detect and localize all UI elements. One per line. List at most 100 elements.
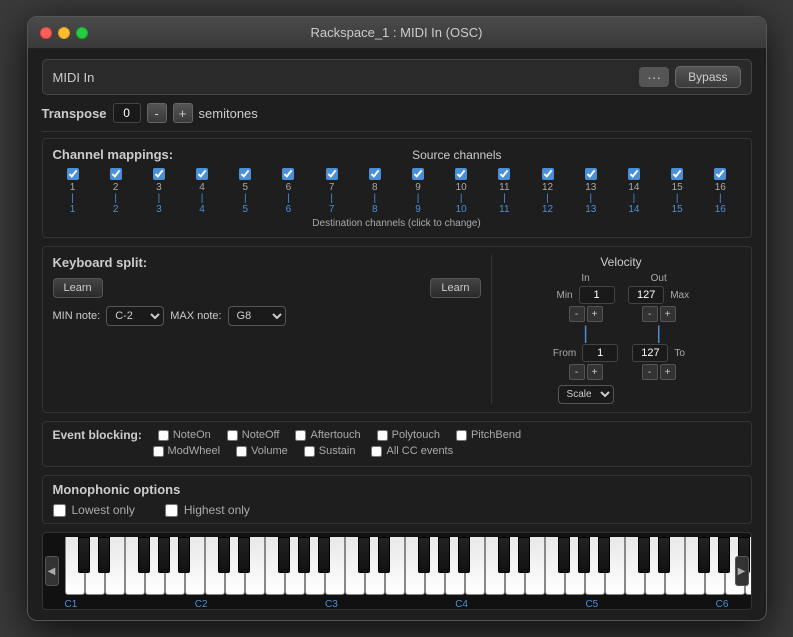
black-key-4-1[interactable] — [658, 537, 670, 573]
ch-check-11[interactable] — [498, 168, 510, 180]
ch-check-1[interactable] — [67, 168, 79, 180]
mono-lowest[interactable]: Lowest only — [53, 503, 135, 517]
black-key-0-4[interactable] — [158, 537, 170, 573]
ch-check-4[interactable] — [196, 168, 208, 180]
ch-dest-16[interactable]: 16 — [715, 204, 726, 215]
black-key-2-1[interactable] — [378, 537, 390, 573]
black-key-4-4[interactable] — [718, 537, 730, 573]
vel-to-minus[interactable]: - — [642, 364, 658, 380]
eb-aftertouch[interactable]: Aftertouch — [295, 429, 360, 441]
vel-min-plus[interactable]: + — [587, 306, 603, 322]
black-key-4-3[interactable] — [698, 537, 710, 573]
black-key-0-5[interactable] — [178, 537, 190, 573]
vel-max-input[interactable] — [628, 286, 664, 304]
transpose-value[interactable] — [113, 103, 141, 123]
ch-dest-8[interactable]: 8 — [372, 204, 378, 215]
minimize-button[interactable] — [58, 27, 70, 39]
ch-check-2[interactable] — [110, 168, 122, 180]
ch-dest-10[interactable]: 10 — [456, 204, 467, 215]
eb-volume-check[interactable] — [236, 446, 247, 457]
ch-dest-12[interactable]: 12 — [542, 204, 553, 215]
eb-sustain-check[interactable] — [304, 446, 315, 457]
ch-check-14[interactable] — [628, 168, 640, 180]
black-key-3-5[interactable] — [598, 537, 610, 573]
eb-modwheel[interactable]: ModWheel — [153, 445, 221, 457]
vel-min-input[interactable] — [579, 286, 615, 304]
ch-check-10[interactable] — [455, 168, 467, 180]
ch-dest-6[interactable]: 6 — [286, 204, 292, 215]
piano-left-arrow[interactable]: ◀ — [45, 556, 59, 586]
eb-allcc-check[interactable] — [371, 446, 382, 457]
eb-polytouch-check[interactable] — [377, 430, 388, 441]
ch-check-15[interactable] — [671, 168, 683, 180]
eb-volume[interactable]: Volume — [236, 445, 288, 457]
ch-check-13[interactable] — [585, 168, 597, 180]
maximize-button[interactable] — [76, 27, 88, 39]
ch-check-5[interactable] — [239, 168, 251, 180]
ch-dest-7[interactable]: 7 — [329, 204, 335, 215]
black-key-3-0[interactable] — [498, 537, 510, 573]
black-key-2-5[interactable] — [458, 537, 470, 573]
ch-dest-15[interactable]: 15 — [672, 204, 683, 215]
dots-button[interactable]: ··· — [639, 67, 669, 87]
black-key-1-3[interactable] — [278, 537, 290, 573]
black-key-3-4[interactable] — [578, 537, 590, 573]
bypass-button[interactable]: Bypass — [675, 66, 740, 88]
ch-dest-2[interactable]: 2 — [113, 204, 119, 215]
mono-lowest-check[interactable] — [53, 504, 66, 517]
vel-from-input[interactable] — [582, 344, 618, 362]
ch-check-9[interactable] — [412, 168, 424, 180]
black-key-0-1[interactable] — [98, 537, 110, 573]
black-key-2-4[interactable] — [438, 537, 450, 573]
ch-dest-9[interactable]: 9 — [415, 204, 421, 215]
black-key-0-3[interactable] — [138, 537, 150, 573]
ch-dest-11[interactable]: 11 — [499, 204, 509, 215]
ch-dest-3[interactable]: 3 — [156, 204, 162, 215]
vel-max-plus[interactable]: + — [660, 306, 676, 322]
eb-noteon[interactable]: NoteOn — [158, 429, 211, 441]
min-note-select[interactable]: C-2 — [106, 306, 164, 326]
black-key-4-0[interactable] — [638, 537, 650, 573]
eb-pitchbend-check[interactable] — [456, 430, 467, 441]
eb-noteoff[interactable]: NoteOff — [227, 429, 280, 441]
eb-pitchbend[interactable]: PitchBend — [456, 429, 521, 441]
vel-to-input[interactable] — [632, 344, 668, 362]
eb-allcc[interactable]: All CC events — [371, 445, 453, 457]
vel-from-plus[interactable]: + — [587, 364, 603, 380]
piano-right-arrow[interactable]: ▶ — [735, 556, 749, 586]
eb-noteoff-check[interactable] — [227, 430, 238, 441]
ch-check-3[interactable] — [153, 168, 165, 180]
learn-min-button[interactable]: Learn — [53, 278, 103, 298]
vel-min-minus[interactable]: - — [569, 306, 585, 322]
black-key-3-1[interactable] — [518, 537, 530, 573]
black-key-0-0[interactable] — [78, 537, 90, 573]
ch-dest-5[interactable]: 5 — [242, 204, 248, 215]
black-key-3-3[interactable] — [558, 537, 570, 573]
close-button[interactable] — [40, 27, 52, 39]
transpose-minus-button[interactable]: - — [147, 103, 167, 123]
ch-dest-4[interactable]: 4 — [199, 204, 205, 215]
ch-dest-1[interactable]: 1 — [70, 204, 76, 215]
black-key-1-5[interactable] — [318, 537, 330, 573]
ch-dest-13[interactable]: 13 — [585, 204, 596, 215]
black-key-2-0[interactable] — [358, 537, 370, 573]
ch-check-8[interactable] — [369, 168, 381, 180]
eb-modwheel-check[interactable] — [153, 446, 164, 457]
vel-from-minus[interactable]: - — [569, 364, 585, 380]
black-key-1-1[interactable] — [238, 537, 250, 573]
eb-noteon-check[interactable] — [158, 430, 169, 441]
eb-aftertouch-check[interactable] — [295, 430, 306, 441]
mono-highest-check[interactable] — [165, 504, 178, 517]
ch-check-12[interactable] — [542, 168, 554, 180]
black-key-2-3[interactable] — [418, 537, 430, 573]
vel-to-plus[interactable]: + — [660, 364, 676, 380]
ch-check-6[interactable] — [282, 168, 294, 180]
vel-max-minus[interactable]: - — [642, 306, 658, 322]
max-note-select[interactable]: G8 — [228, 306, 286, 326]
black-key-1-4[interactable] — [298, 537, 310, 573]
ch-check-7[interactable] — [326, 168, 338, 180]
transpose-plus-button[interactable]: + — [173, 103, 193, 123]
ch-dest-14[interactable]: 14 — [628, 204, 639, 215]
ch-check-16[interactable] — [714, 168, 726, 180]
scale-select[interactable]: Scale — [558, 385, 614, 404]
